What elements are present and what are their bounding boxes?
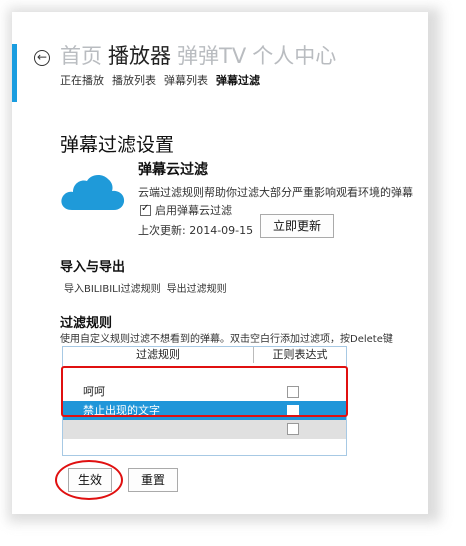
filter-rules-title: 过滤规则 (60, 316, 113, 331)
enable-cloud-filter-checkbox[interactable] (140, 203, 151, 216)
nav-home[interactable]: 首页 (60, 44, 102, 68)
cloud-filter-description: 云端过滤规则帮助你过滤大部分严重影响观看环境的弹幕 (138, 186, 413, 199)
last-update-text: 上次更新: 2014-09-15 (138, 224, 254, 237)
table-row-selected[interactable]: 禁止出现的文字 (63, 401, 346, 420)
tab-playlist[interactable]: 播放列表 (112, 74, 156, 87)
sub-nav: 正在播放 播放列表 弹幕列表 弹幕过滤 (60, 72, 268, 88)
update-now-button[interactable]: 立即更新 (260, 214, 334, 238)
main-nav: 首页 播放器 弹弹TV 个人中心 (60, 42, 342, 70)
import-export-links: 导入BILIBILI过滤规则 导出过滤规则 (64, 280, 233, 295)
page-title: 弹幕过滤设置 (60, 134, 175, 156)
filter-rules-description: 使用自定义规则过滤不想看到的弹幕。双击空白行添加过滤项，按Delete键 (60, 334, 393, 345)
regex-checkbox[interactable] (287, 405, 299, 417)
enable-cloud-filter-row[interactable]: 启用弹幕云过滤 (140, 202, 232, 218)
column-header-regex[interactable]: 正则表达式 (254, 347, 346, 363)
table-row[interactable]: 呵呵 (63, 382, 346, 401)
tab-now-playing[interactable]: 正在播放 (60, 74, 104, 87)
filter-rules-table[interactable]: 过滤规则 正则表达式 呵呵 禁止出现的文字 (62, 346, 347, 456)
apply-button[interactable]: 生效 (68, 468, 112, 492)
import-bilibili-link[interactable]: 导入BILIBILI过滤规则 (64, 284, 161, 295)
regex-checkbox[interactable] (287, 386, 299, 398)
export-rules-link[interactable]: 导出过滤规则 (167, 284, 227, 295)
rule-cell[interactable]: 禁止出现的文字 (83, 401, 160, 420)
table-row-empty[interactable] (63, 420, 346, 439)
app-window: ← 首页 播放器 弹弹TV 个人中心 正在播放 播放列表 弹幕列表 弹幕过滤 弹幕过滤设置 … (12, 12, 428, 514)
rule-cell[interactable]: 呵呵 (83, 382, 105, 401)
cloud-icon (61, 175, 125, 210)
column-header-rule[interactable]: 过滤规则 (63, 347, 253, 363)
tab-danmaku-list[interactable]: 弹幕列表 (164, 74, 208, 87)
accent-bar (12, 44, 17, 102)
nav-user-center[interactable]: 个人中心 (252, 44, 336, 68)
back-arrow-icon[interactable]: ← (34, 50, 50, 66)
enable-cloud-filter-label: 启用弹幕云过滤 (155, 204, 232, 217)
regex-checkbox[interactable] (287, 423, 299, 435)
table-header: 过滤规则 正则表达式 (63, 347, 346, 363)
tab-danmaku-filter[interactable]: 弹幕过滤 (216, 74, 260, 87)
cloud-filter-title: 弹幕云过滤 (138, 162, 208, 178)
reset-button[interactable]: 重置 (128, 468, 178, 492)
import-export-title: 导入与导出 (60, 260, 126, 275)
nav-player[interactable]: 播放器 (108, 44, 171, 68)
nav-danmaku-tv[interactable]: 弹弹TV (177, 44, 246, 68)
